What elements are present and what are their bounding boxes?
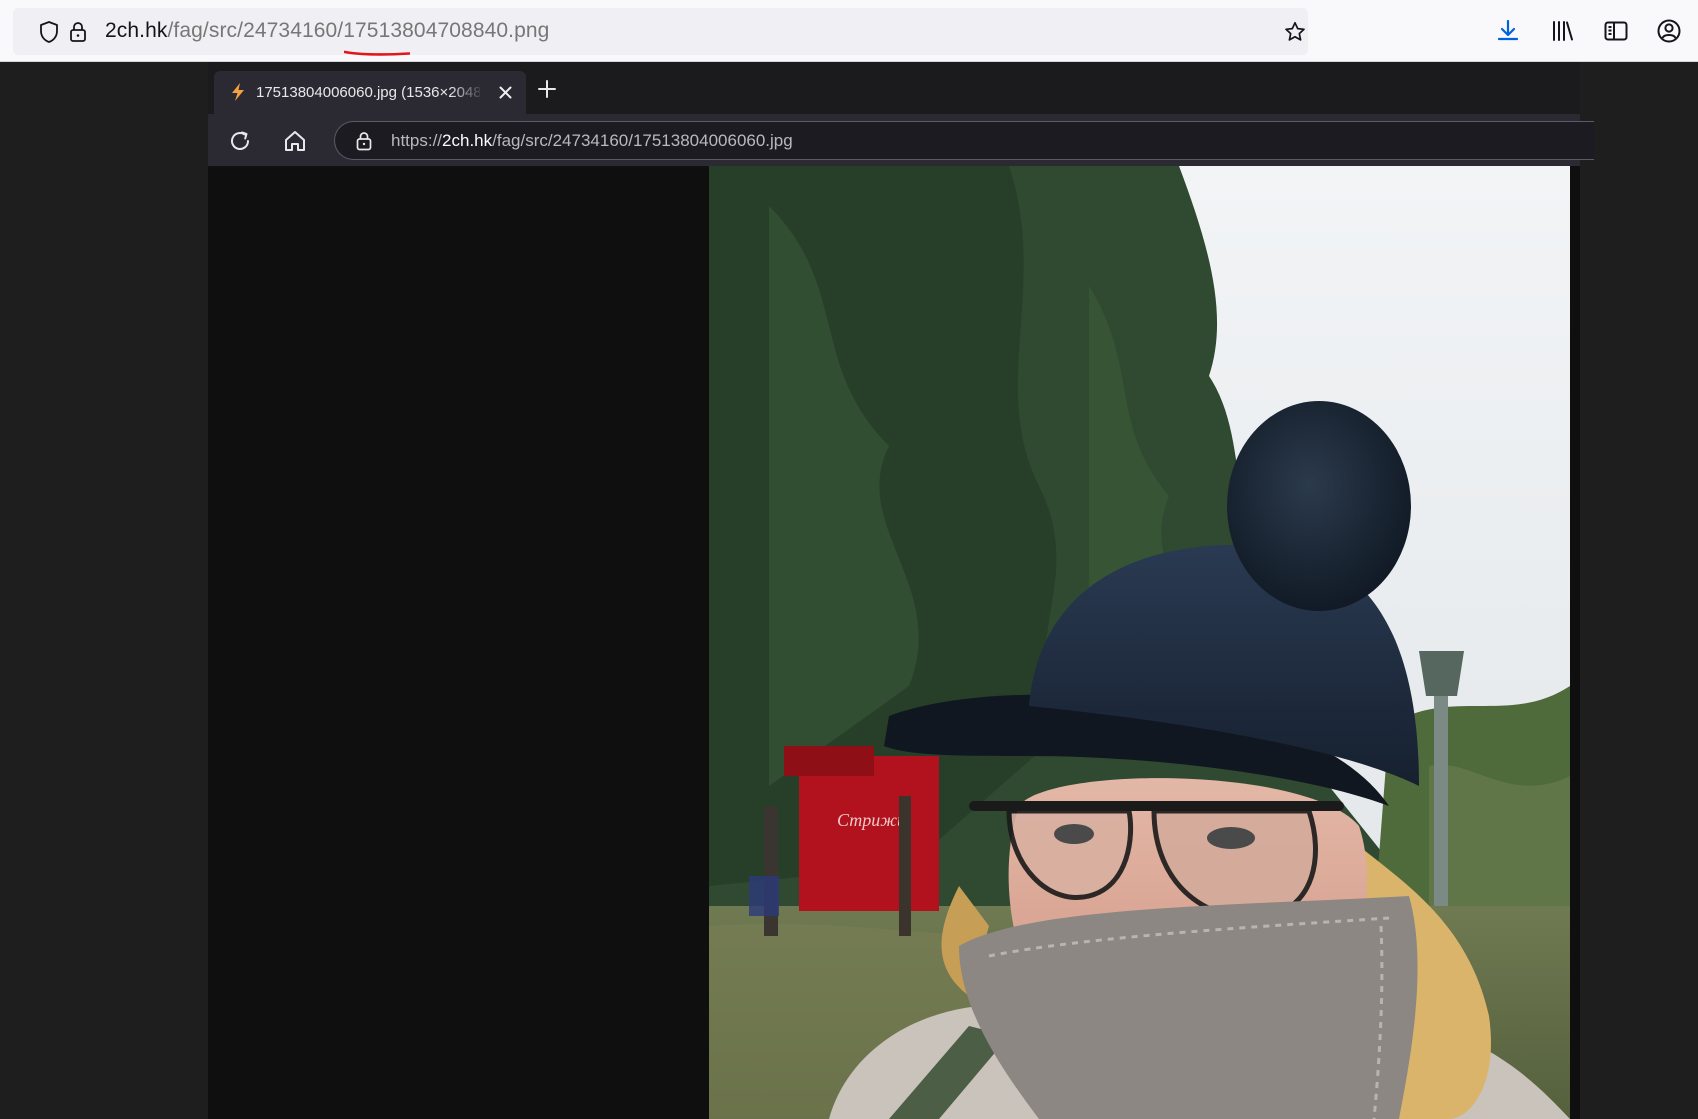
- lock-icon[interactable]: [66, 20, 90, 44]
- star-icon[interactable]: [1283, 20, 1307, 44]
- outer-url-bar[interactable]: 2ch.hk/fag/src/24734160/17513804708840.p…: [13, 8, 1308, 56]
- inner-url-host: 2ch.hk: [442, 131, 493, 150]
- shield-icon[interactable]: [37, 20, 61, 44]
- account-icon[interactable]: [1655, 17, 1683, 45]
- reload-icon[interactable]: [227, 128, 253, 154]
- lock-icon[interactable]: [355, 131, 373, 151]
- library-icon[interactable]: [1548, 17, 1576, 45]
- inner-url-bar[interactable]: https://2ch.hk/fag/src/24734160/17513804…: [334, 121, 1594, 160]
- inner-nav-bar: https://2ch.hk/fag/src/24734160/17513804…: [208, 114, 1594, 167]
- red-underline-annotation: [344, 50, 410, 56]
- inner-tab-strip: 17513804006060.jpg (1536×2048: [208, 62, 1580, 114]
- photo: Стрижи: [709, 166, 1570, 1119]
- sidebar-icon[interactable]: [1602, 17, 1630, 45]
- page-content: 17513804006060.jpg (1536×2048 https://2c…: [0, 62, 1698, 1119]
- inner-tab-title: 17513804006060.jpg (1536×2048: [256, 84, 480, 101]
- inner-url-scheme: https://: [391, 131, 443, 150]
- outer-toolbar: 2ch.hk/fag/src/24734160/17513804708840.p…: [0, 0, 1698, 62]
- close-icon[interactable]: [497, 84, 514, 101]
- outer-url-text[interactable]: 2ch.hk/fag/src/24734160/17513804708840.p…: [105, 19, 549, 43]
- photo-illustration: Стрижи: [709, 166, 1570, 1119]
- home-icon[interactable]: [282, 128, 308, 154]
- bolt-icon: [232, 83, 244, 101]
- outer-url-host: 2ch.hk: [105, 19, 168, 42]
- download-icon[interactable]: [1494, 17, 1522, 45]
- outer-url-path: /fag/src/24734160/17513804708840.png: [167, 19, 550, 42]
- inner-url-path: /fag/src/24734160/17513804006060.jpg: [492, 131, 793, 150]
- inner-url-text[interactable]: https://2ch.hk/fag/src/24734160/17513804…: [391, 131, 793, 151]
- inner-tab[interactable]: 17513804006060.jpg (1536×2048: [214, 71, 526, 114]
- plus-icon[interactable]: [535, 77, 559, 101]
- svg-text:Стрижи: Стрижи: [837, 810, 906, 830]
